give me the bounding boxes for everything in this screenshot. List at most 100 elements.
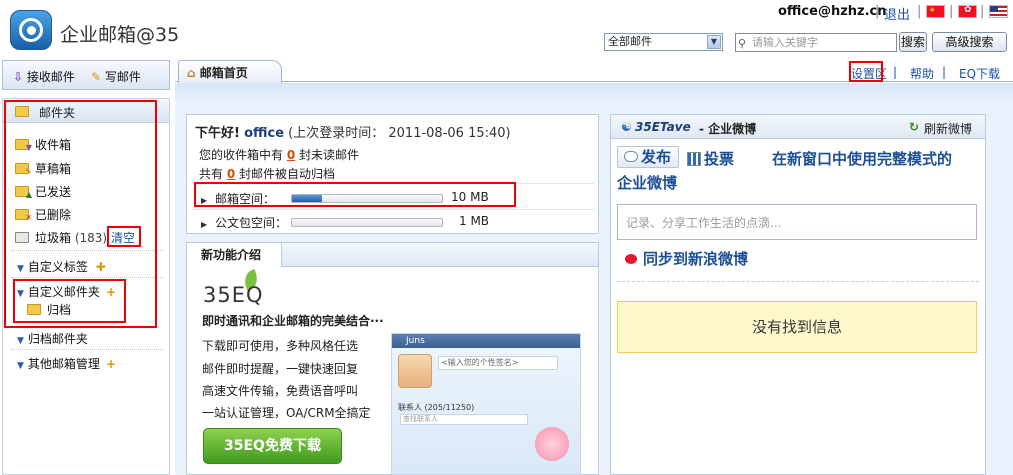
folder-icon — [15, 106, 29, 117]
sidebar-item-archive[interactable]: 归档 — [27, 301, 71, 318]
weibo-panel: ☯ 35ETave - 企业微博 ↻ 刷新微博 发布 投票 在新窗口中使用完整模… — [610, 114, 986, 475]
folder-select[interactable]: 全部邮件 ▼ — [604, 33, 723, 51]
trash-count: (183) — [74, 231, 108, 245]
logout-link[interactable]: 退出 — [884, 4, 910, 23]
sidebar-item-other-mailbox[interactable]: ▼ 其他邮箱管理 + — [17, 355, 116, 372]
hongkong-flag-icon[interactable] — [958, 5, 977, 18]
divider — [11, 349, 163, 350]
mail-action-bar: ⇩ 接收邮件 ✎ 写邮件 — [2, 60, 170, 90]
advanced-search-button[interactable]: 高级搜索 — [932, 32, 1007, 52]
welcome-panel: 下午好! office (上次登录时间： 2011-08-06 15:40) 您… — [186, 114, 599, 234]
inbox-folder-icon: ▼ — [15, 139, 32, 152]
briefcase-space-row: ▶ 公文包空间： — [201, 216, 287, 230]
tab-bar — [175, 60, 1013, 82]
usa-flag-icon[interactable] — [989, 5, 1008, 18]
add-icon[interactable]: + — [106, 285, 116, 299]
add-icon[interactable]: + — [106, 357, 116, 371]
chevron-down-icon[interactable]: ▼ — [707, 35, 721, 49]
eq-shot-contacts: 联系人 (205/11250) — [398, 403, 475, 412]
feature-line: 一站认证管理，OA/CRM全搞定 — [202, 406, 371, 420]
full-mode-link[interactable]: 在新窗口中使用完整模式的 — [772, 148, 952, 169]
archived-count[interactable]: 0 — [227, 167, 235, 181]
greeting-line: 下午好! office (上次登录时间： 2011-08-06 15:40) — [195, 122, 511, 141]
tabs-separator: | — [893, 65, 898, 79]
divider — [617, 281, 979, 282]
username: office — [244, 126, 285, 141]
mail-folders-header[interactable]: 邮件夹 — [3, 99, 169, 123]
sidebar-item-inbox[interactable]: ▼ 收件箱 — [15, 136, 71, 153]
sidebar-item-custom-tags[interactable]: ▼ 自定义标签 ✚ — [17, 258, 106, 275]
eq-shot-titlebar: Juns — [392, 334, 580, 348]
triangle-right-icon: ▶ — [201, 220, 208, 229]
deleted-folder-icon: ✕ — [15, 209, 32, 222]
refresh-icon[interactable]: ↻ — [909, 120, 919, 134]
receive-mail-button[interactable]: ⇩ 接收邮件 — [13, 68, 75, 85]
weibo-title: - 企业微博 — [699, 122, 757, 136]
divider — [11, 250, 163, 251]
tag-icon: ✚ — [95, 260, 106, 274]
content-band — [175, 83, 1013, 103]
home-icon: ⌂ — [187, 66, 196, 80]
feature-line: 下载即可使用，多种风格任选 — [202, 339, 359, 353]
folder-icon — [27, 304, 41, 315]
eq-tagline: 即时通讯和企业邮箱的完美结合··· — [202, 314, 384, 328]
bar-chart-icon — [687, 152, 701, 166]
mailbox-space-bar — [291, 194, 443, 203]
tab-mail-home[interactable]: ⌂ 邮箱首页 — [178, 60, 282, 83]
sidebar: 邮件夹 ▼ 收件箱 ✎ 草稿箱 ▲ 已发送 ✕ 已删除 垃圾箱 (183) 清空 ▼ 自定… — [2, 98, 170, 475]
sina-weibo-icon — [625, 254, 637, 264]
unread-count[interactable]: 0 — [287, 148, 295, 162]
eq-download-button[interactable]: 35EQ免费下载 — [203, 428, 342, 464]
mailbox-space-row: ▶ 邮箱空间： — [201, 192, 275, 206]
eq-screenshot: Juns <输入您的个性签名> 联系人 (205/11250) 查找联系人 — [391, 333, 581, 475]
help-link[interactable]: 帮助 — [910, 65, 934, 82]
right-strip — [989, 103, 1013, 475]
triangle-right-icon: ▶ — [201, 196, 208, 205]
sent-folder-icon: ▲ — [15, 186, 32, 199]
vote-button[interactable]: 投票 — [687, 148, 734, 169]
sidebar-item-drafts[interactable]: ✎ 草稿箱 — [15, 160, 71, 177]
sidebar-item-custom-folders[interactable]: ▼ 自定义邮件夹 + — [17, 283, 116, 300]
search-placeholder: 请输入关键字 — [752, 36, 818, 49]
drafts-folder-icon: ✎ — [15, 163, 32, 176]
compose-mail-button[interactable]: ✎ 写邮件 — [91, 68, 141, 85]
sidebar-item-archive-folders[interactable]: ▼ 归档邮件夹 — [17, 330, 88, 347]
eq-download-link[interactable]: EQ下载 — [959, 65, 1000, 82]
triangle-down-icon: ▼ — [17, 361, 24, 371]
search-input[interactable]: ⚲ 请输入关键字 — [735, 33, 897, 52]
sidebar-item-trash[interactable]: 垃圾箱 (183) 清空 — [15, 229, 135, 246]
header-separator: | — [980, 4, 985, 19]
sidebar-item-deleted[interactable]: ✕ 已删除 — [15, 206, 71, 223]
weibo-input[interactable]: 记录、分享工作生活的点滴... — [617, 204, 977, 240]
eq-shot-signature: <输入您的个性签名> — [438, 356, 558, 370]
sync-sina-link[interactable]: 同步到新浪微博 — [625, 248, 748, 269]
inbox-download-icon: ⇩ — [13, 70, 24, 84]
triangle-down-icon: ▼ — [17, 289, 24, 299]
last-login-time: 2011-08-06 15:40) — [388, 126, 511, 141]
refresh-weibo-link[interactable]: 刷新微博 — [924, 120, 972, 137]
weibo-header: ☯ 35ETave - 企业微博 ↻ 刷新微博 — [611, 115, 985, 139]
divider — [11, 277, 163, 278]
clear-trash-link[interactable]: 清空 — [111, 231, 135, 245]
china-flag-icon[interactable] — [926, 5, 945, 18]
weibo-brand-icon: ☯ — [621, 120, 632, 134]
settings-link[interactable]: 设置区 — [851, 65, 887, 82]
briefcase-space-value: 1 MB — [459, 214, 490, 228]
trash-folder-icon — [15, 232, 29, 243]
post-weibo-button[interactable]: 发布 — [617, 146, 679, 168]
full-mode-link-2[interactable]: 企业微博 — [617, 172, 677, 193]
features-header: 新功能介绍 — [187, 243, 598, 267]
search-icon: ⚲ — [738, 37, 747, 50]
tab-new-features[interactable]: 新功能介绍 — [187, 243, 282, 267]
briefcase-space-bar — [291, 218, 443, 227]
unread-line: 您的收件箱中有 0 封未读邮件 — [199, 148, 360, 162]
eq-logo: 35EQ — [203, 283, 264, 307]
search-button[interactable]: 搜索 — [899, 32, 927, 52]
archived-line: 共有 0 封邮件被自动归档 — [199, 167, 336, 181]
header: 企业邮箱@35 office@hzhz.cn | 退出 | | | 全部邮件 ▼… — [0, 0, 1013, 58]
avatar — [398, 354, 432, 388]
eq-shot-find: 查找联系人 — [400, 414, 528, 425]
feature-line: 邮件即时提醒，一键快速回复 — [202, 362, 359, 376]
header-separator: | — [949, 4, 954, 19]
sidebar-item-sent[interactable]: ▲ 已发送 — [15, 183, 71, 200]
